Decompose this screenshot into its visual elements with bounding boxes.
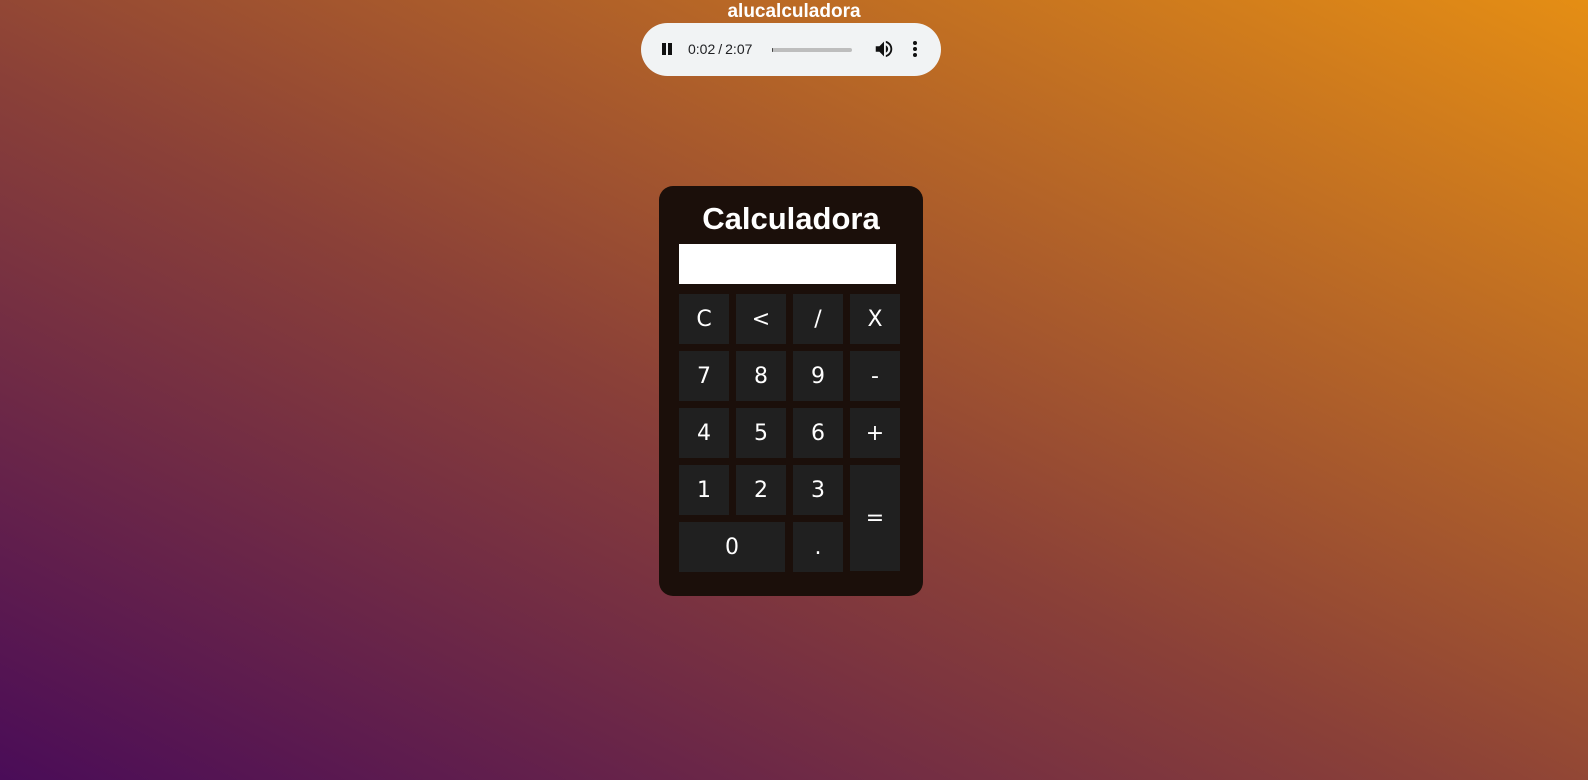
duration: 2:07	[725, 41, 753, 57]
plus-button[interactable]: +	[850, 408, 900, 458]
clear-button[interactable]: C	[679, 294, 729, 344]
equals-button[interactable]: =	[850, 465, 900, 571]
time-separator: /	[718, 41, 723, 57]
digit-2-button[interactable]: 2	[736, 465, 786, 515]
volume-icon[interactable]	[873, 38, 895, 60]
calculator: Calculadora C < / X 7 8 9 - 4 5 6 + 1 2 …	[659, 186, 923, 596]
digit-5-button[interactable]: 5	[736, 408, 786, 458]
page-title: alucalculadora	[727, 1, 861, 22]
digit-4-button[interactable]: 4	[679, 408, 729, 458]
more-options-icon[interactable]	[905, 38, 925, 60]
backspace-button[interactable]: <	[736, 294, 786, 344]
divide-button[interactable]: /	[793, 294, 843, 344]
digit-3-button[interactable]: 3	[793, 465, 843, 515]
current-time: 0:02	[688, 41, 716, 57]
digit-0-button[interactable]: 0	[679, 522, 785, 572]
progress-slider[interactable]	[772, 48, 852, 52]
digit-7-button[interactable]: 7	[679, 351, 729, 401]
pause-icon[interactable]	[659, 41, 675, 57]
digit-9-button[interactable]: 9	[793, 351, 843, 401]
audio-player[interactable]: 0:02/2:07	[641, 23, 941, 76]
multiply-button[interactable]: X	[850, 294, 900, 344]
calculator-display[interactable]	[679, 244, 896, 284]
digit-1-button[interactable]: 1	[679, 465, 729, 515]
decimal-button[interactable]: .	[793, 522, 843, 572]
time-readout: 0:02/2:07	[688, 40, 752, 58]
calculator-title: Calculadora	[702, 201, 880, 236]
minus-button[interactable]: -	[850, 351, 900, 401]
progress-fill	[772, 48, 774, 52]
digit-8-button[interactable]: 8	[736, 351, 786, 401]
digit-6-button[interactable]: 6	[793, 408, 843, 458]
